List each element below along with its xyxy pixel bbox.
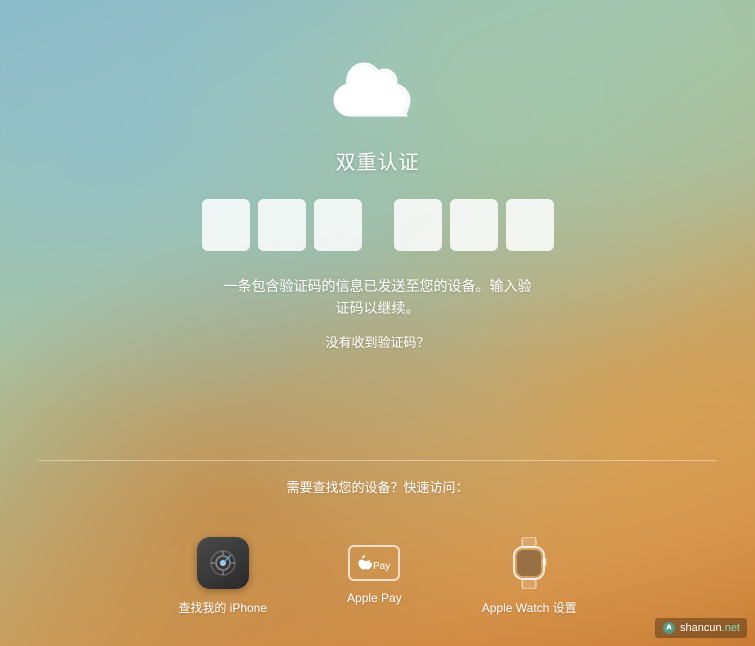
watermark-text: shancun.net — [680, 622, 740, 634]
apple-pay-item[interactable]: Pay Apple Pay — [347, 537, 402, 605]
apple-watch-item[interactable]: Apple Watch 设置 — [482, 537, 577, 616]
quick-access-icons: 查找我的 iPhone Pay Apple Pay — [0, 537, 755, 616]
description-text: 一条包含验证码的信息已发送至您的设备。输入验证码以继续。 — [218, 275, 538, 320]
cloud-icon — [328, 60, 428, 130]
apple-watch-label: Apple Watch 设置 — [482, 599, 577, 616]
code-box-6[interactable] — [506, 199, 554, 251]
code-box-spacer — [370, 199, 386, 251]
apple-pay-label: Apple Pay — [347, 591, 402, 605]
code-box-5[interactable] — [450, 199, 498, 251]
code-box-3[interactable] — [314, 199, 362, 251]
resend-code-link[interactable]: 没有收到验证码？ — [325, 332, 429, 351]
code-box-4[interactable] — [394, 199, 442, 251]
apple-watch-icon — [509, 537, 549, 589]
page-title: 双重认证 — [336, 146, 420, 175]
find-iphone-item[interactable]: 查找我的 iPhone — [178, 537, 267, 616]
find-iphone-label: 查找我的 iPhone — [178, 599, 267, 616]
find-iphone-icon — [197, 537, 249, 589]
apple-pay-icon: Pay — [348, 545, 400, 581]
verification-code-input[interactable] — [202, 199, 554, 251]
divider — [38, 460, 718, 461]
quick-access-label: 需要查找您的设备？快速访问： — [286, 477, 468, 496]
code-box-2[interactable] — [258, 199, 306, 251]
code-box-1[interactable] — [202, 199, 250, 251]
watermark-leaf-icon — [662, 621, 676, 635]
quick-access-section: 需要查找您的设备？快速访问： — [0, 460, 755, 496]
svg-text:Pay: Pay — [373, 561, 390, 572]
watermark: shancun.net — [655, 618, 747, 638]
